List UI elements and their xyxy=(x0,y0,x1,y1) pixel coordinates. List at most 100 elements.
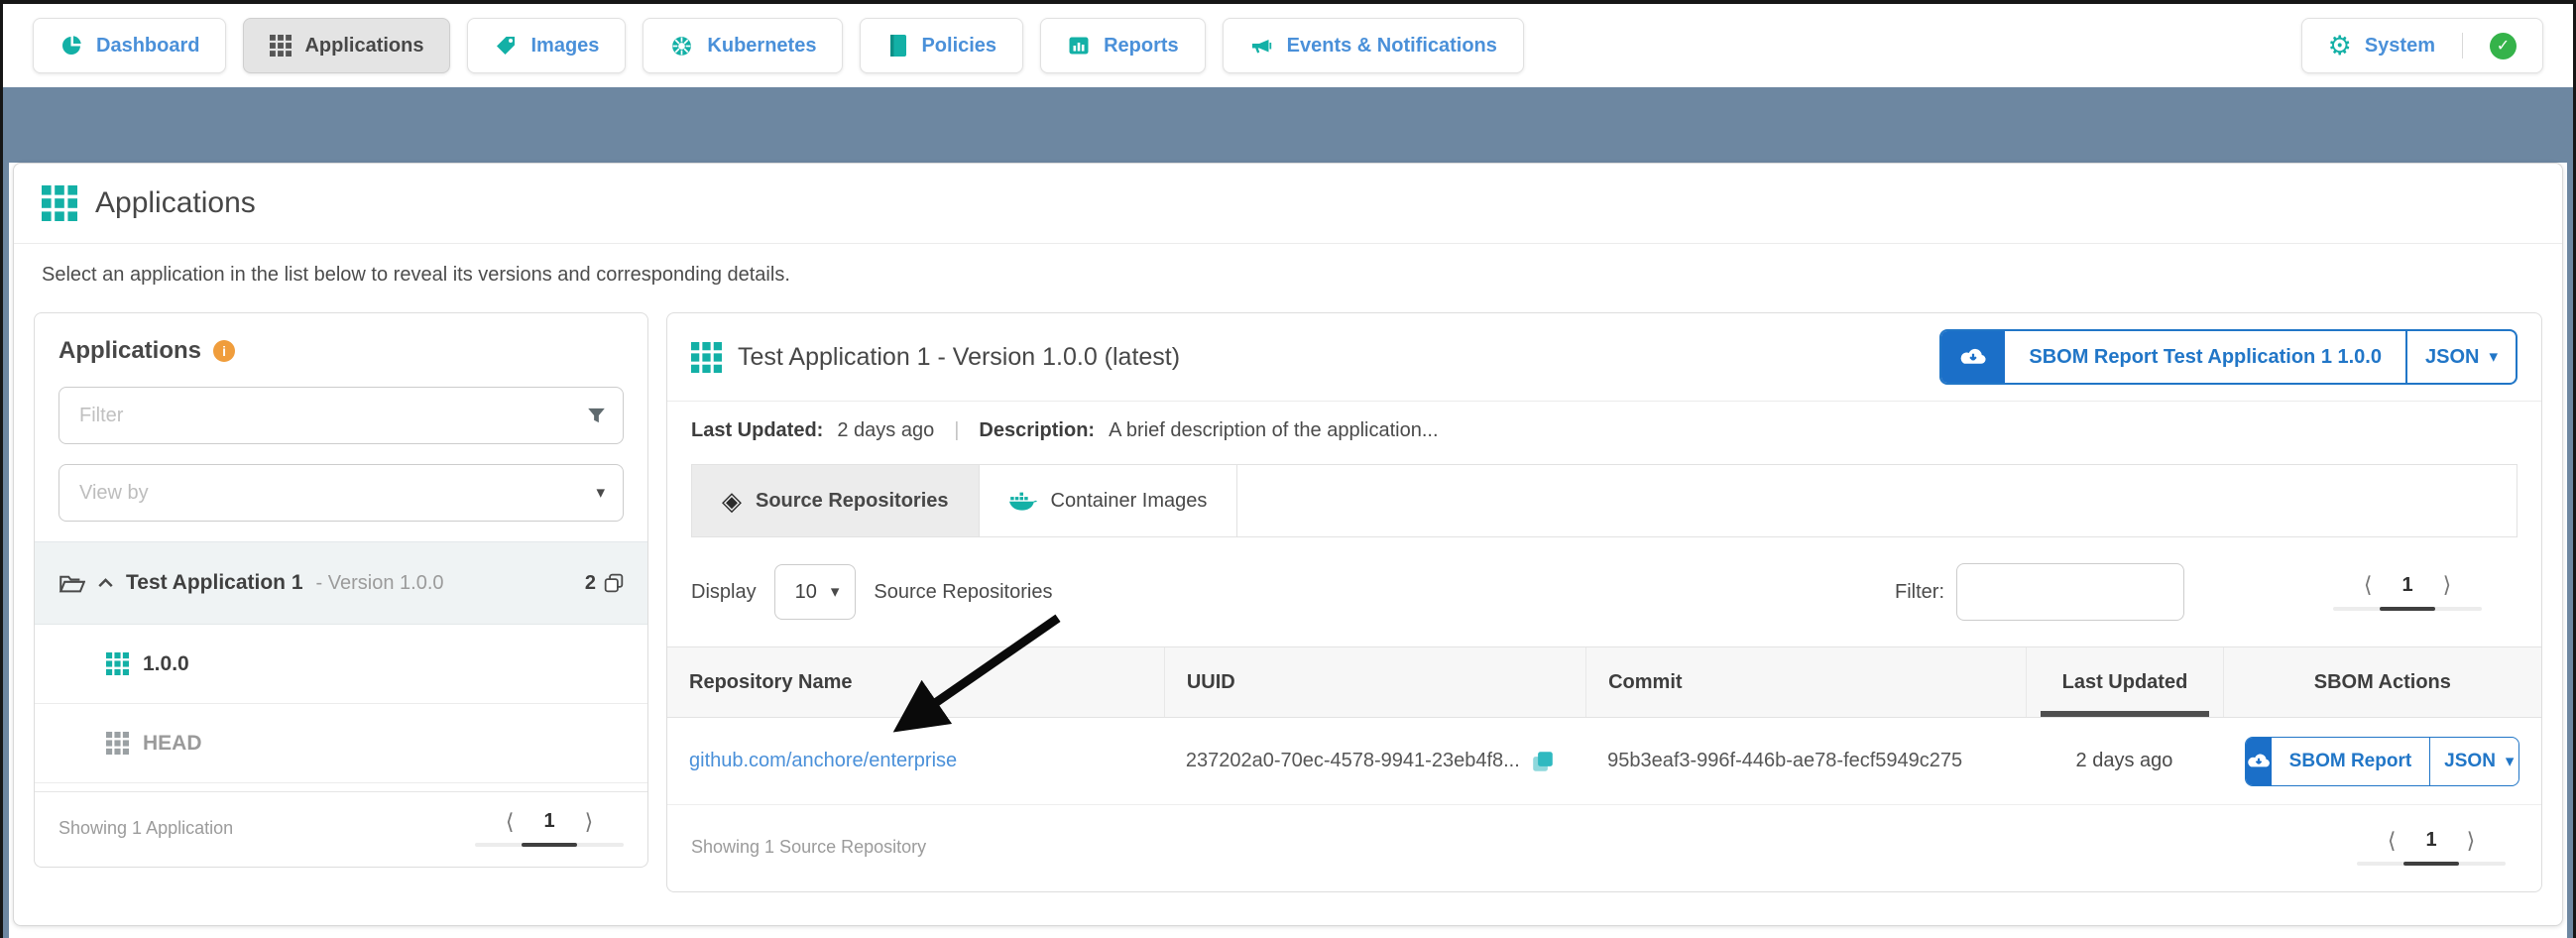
source-repositories-table: Repository Name UUID Commit Last Updated… xyxy=(667,646,2541,805)
table-filter-input[interactable] xyxy=(1956,563,2184,621)
tab-label: Container Images xyxy=(1051,490,1208,513)
page-header: Applications xyxy=(14,164,2562,244)
cloud-download-icon xyxy=(2246,753,2272,770)
column-header-uuid[interactable]: UUID xyxy=(1164,647,1585,717)
nav-label: Kubernetes xyxy=(707,35,816,58)
docker-whale-icon xyxy=(1009,491,1037,512)
version-item-100[interactable]: 1.0.0 xyxy=(35,625,647,704)
sbom-report-label[interactable]: SBOM Report Test Application 1 1.0.0 xyxy=(2005,331,2405,383)
nav-label: Policies xyxy=(921,35,996,58)
copy-stack-icon xyxy=(604,573,624,593)
page-title: Applications xyxy=(95,186,256,220)
column-header-repository-name[interactable]: Repository Name xyxy=(667,647,1164,717)
nav-label: Dashboard xyxy=(96,35,199,58)
view-by-placeholder: View by xyxy=(79,482,149,505)
gear-icon: ⚙ xyxy=(2328,33,2352,59)
system-label: System xyxy=(2365,35,2435,58)
page-number: 1 xyxy=(2401,574,2412,597)
column-header-commit[interactable]: Commit xyxy=(1585,647,2026,717)
view-by-select[interactable]: View by ▾ xyxy=(59,464,624,522)
detail-title: Test Application 1 - Version 1.0.0 (late… xyxy=(738,343,1180,372)
table-header-row: Repository Name UUID Commit Last Updated… xyxy=(667,646,2541,718)
pagination-thumb xyxy=(522,843,577,847)
version-label: 1.0.0 xyxy=(143,652,189,676)
chevron-right-icon[interactable]: ⟩ xyxy=(2467,830,2476,852)
display-label: Display xyxy=(691,581,757,604)
caret-down-icon: ▾ xyxy=(596,483,605,503)
caret-down-icon: ▾ xyxy=(831,582,840,602)
dashboard-icon xyxy=(59,34,83,58)
info-icon[interactable]: i xyxy=(213,340,235,362)
nav-events-notifications[interactable]: Events & Notifications xyxy=(1223,18,1524,73)
table-controls-row: Display 10 ▾ Source Repositories Filter: xyxy=(667,537,2541,646)
sbom-format-dropdown[interactable]: JSON ▾ xyxy=(2405,331,2516,383)
pagination-thumb xyxy=(2380,607,2435,611)
display-suffix: Source Repositories xyxy=(874,581,1052,604)
application-list-item[interactable]: Test Application 1 - Version 1.0.0 2 xyxy=(35,541,647,625)
version-item-head[interactable]: HEAD xyxy=(35,704,647,783)
chevron-left-icon[interactable]: ⟨ xyxy=(506,811,515,833)
nav-kubernetes[interactable]: Kubernetes xyxy=(643,18,843,73)
nav-dashboard[interactable]: Dashboard xyxy=(33,18,226,73)
sbom-report-button[interactable]: SBOM Report xyxy=(2272,738,2430,785)
commit-value: 95b3eaf3-996f-446b-ae78-fecf5949c275 xyxy=(1607,750,1962,772)
nav-label: Reports xyxy=(1104,35,1179,58)
page-number: 1 xyxy=(2425,829,2436,852)
chevron-right-icon[interactable]: ⟩ xyxy=(2443,574,2452,596)
version-grid-icon xyxy=(106,732,129,755)
source-repo-icon: ◈ xyxy=(722,488,742,514)
nav-policies[interactable]: Policies xyxy=(860,18,1023,73)
version-label: HEAD xyxy=(143,732,202,756)
caret-down-icon: ▾ xyxy=(2489,347,2498,367)
tab-source-repositories[interactable]: ◈ Source Repositories xyxy=(692,465,980,536)
pagination-track xyxy=(475,843,624,847)
applications-grid-icon xyxy=(691,342,722,373)
last-updated-label: Last Updated: xyxy=(691,419,823,442)
sbom-format-dropdown[interactable]: JSON ▾ xyxy=(2429,738,2519,785)
column-header-sbom-actions[interactable]: SBOM Actions xyxy=(2223,647,2541,717)
chevron-left-icon[interactable]: ⟨ xyxy=(2388,830,2397,852)
nav-reports[interactable]: Reports xyxy=(1040,18,1206,73)
chevron-right-icon[interactable]: ⟩ xyxy=(585,811,594,833)
chevron-left-icon[interactable]: ⟨ xyxy=(2364,574,2373,596)
table-row: github.com/anchore/enterprise 237202a0-7… xyxy=(667,718,2541,805)
page-size-select[interactable]: 10 ▾ xyxy=(774,564,857,620)
detail-meta-row: Last Updated: 2 days ago | Description: … xyxy=(667,402,2541,460)
table-filter-group: Filter: xyxy=(1895,563,2184,621)
nav-label: Events & Notifications xyxy=(1287,35,1497,58)
nav-images[interactable]: Images xyxy=(467,18,626,73)
column-header-last-updated[interactable]: Last Updated xyxy=(2026,647,2222,717)
repository-link[interactable]: github.com/anchore/enterprise xyxy=(689,750,957,772)
uuid-value: 237202a0-70ec-4578-9941-23eb4f8... xyxy=(1186,750,1520,772)
filter-label: Filter: xyxy=(1895,581,1944,604)
sbom-format-value: JSON xyxy=(2444,751,2496,772)
sort-indicator xyxy=(2041,711,2208,717)
last-updated-value: 2 days ago xyxy=(837,419,934,442)
cloud-download-icon xyxy=(1958,347,1988,368)
bar-chart-icon xyxy=(1067,34,1091,58)
row-sbom-group: SBOM Report JSON ▾ xyxy=(2245,737,2519,786)
version-count-value: 2 xyxy=(585,572,596,595)
sbom-download-button[interactable] xyxy=(1941,331,2005,383)
applications-filter-input[interactable] xyxy=(59,387,624,444)
table-pagination-top: ⟨ 1 ⟩ xyxy=(2333,574,2482,611)
copy-icon[interactable] xyxy=(1532,751,1554,772)
pagination-thumb xyxy=(2403,862,2459,866)
description-label: Description: xyxy=(979,419,1095,442)
tab-container-images[interactable]: Container Images xyxy=(980,465,1238,536)
policy-book-icon xyxy=(886,34,908,58)
sbom-download-button[interactable] xyxy=(2246,738,2272,785)
nav-applications[interactable]: Applications xyxy=(243,18,450,73)
application-detail-panel: Test Application 1 - Version 1.0.0 (late… xyxy=(666,312,2542,892)
application-version: - Version 1.0.0 xyxy=(316,572,444,595)
system-button[interactable]: ⚙ System ✓ xyxy=(2301,18,2543,73)
description-value: A brief description of the application..… xyxy=(1109,419,1438,442)
pagination: ⟨ 1 ⟩ xyxy=(475,810,624,847)
showing-count: Showing 1 Application xyxy=(59,818,233,839)
tag-icon xyxy=(494,34,518,58)
caret-down-icon: ▾ xyxy=(2506,752,2515,771)
sbom-format-value: JSON xyxy=(2425,346,2479,369)
version-grid-icon xyxy=(106,652,129,675)
pagination-track xyxy=(2357,862,2506,866)
table-footer: Showing 1 Source Repository ⟨ 1 ⟩ xyxy=(667,805,2541,891)
